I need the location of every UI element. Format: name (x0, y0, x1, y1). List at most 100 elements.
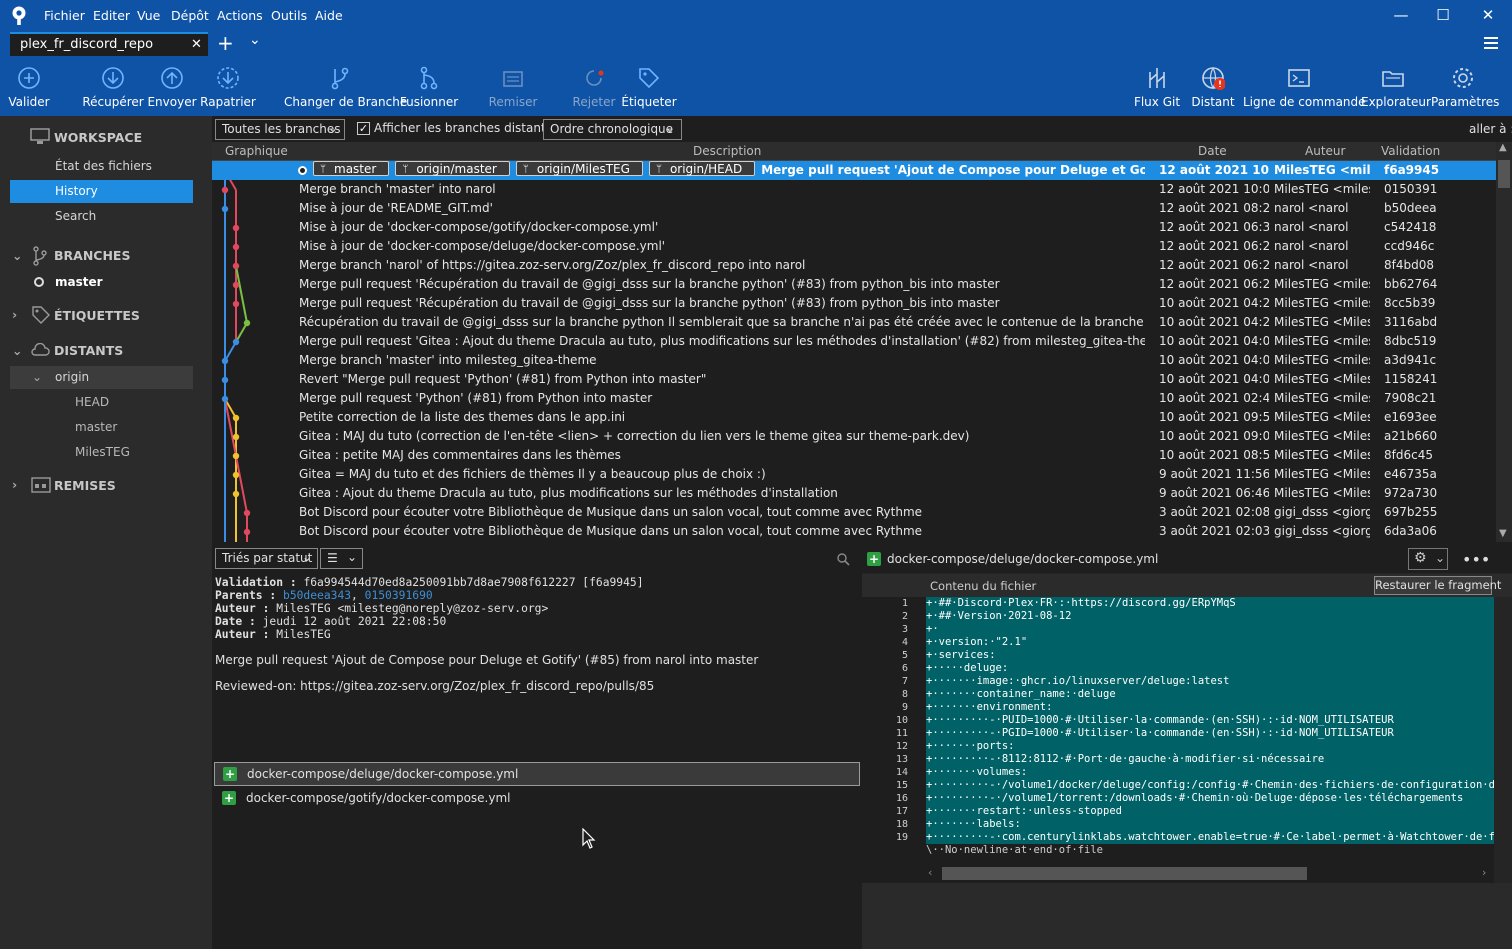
commit-row[interactable]: Merge branch 'narol' of https://gitea.zo… (212, 256, 1496, 275)
commit-row[interactable]: Gitea = MAJ du tuto et des fichiers de t… (212, 465, 1496, 484)
minimize-button[interactable]: — (1386, 6, 1416, 24)
close-window-button[interactable]: ✕ (1473, 6, 1503, 24)
branch-filter-dropdown[interactable]: Toutes les branches ⌄ (215, 119, 345, 140)
commit-description: Bot Discord pour écouter votre Bibliothè… (299, 505, 923, 519)
stash-icon (503, 71, 523, 87)
branch-tag[interactable]: ᛘ origin/master (395, 161, 510, 176)
commit-row[interactable]: Petite correction de la liste des themes… (212, 408, 1496, 427)
commit-row[interactable]: Mise à jour de 'README_GIT.md' 12 août 20… (212, 199, 1496, 218)
git-flow-button[interactable]: Flux Git (1132, 56, 1182, 116)
remotes-header[interactable]: ⌄ DISTANTS (0, 339, 212, 365)
tab-dropdown-icon[interactable]: ⌄ (249, 32, 261, 48)
scroll-up-icon[interactable]: ▲ (1499, 142, 1507, 153)
scroll-right-icon[interactable]: › (1482, 866, 1486, 879)
menu-item[interactable]: Actions (217, 8, 263, 23)
menu-item[interactable]: Dépôt (171, 8, 209, 23)
terminal-button[interactable]: Ligne de commande (1243, 56, 1366, 116)
commit-row[interactable]: Merge branch 'master' into narol 12 août … (212, 180, 1496, 199)
changed-file-item[interactable]: + docker-compose/gotify/docker-compose.y… (214, 787, 860, 809)
column-description[interactable]: Description (693, 144, 761, 158)
commit-row[interactable]: Merge pull request 'Récupération du trav… (212, 294, 1496, 313)
commit-hash: e46735a (1384, 467, 1437, 481)
hscroll-thumb[interactable] (942, 867, 1307, 880)
sidebar-remote-milesteg[interactable]: MilesTEG (10, 441, 193, 464)
scroll-left-icon[interactable]: ‹ (928, 866, 932, 879)
scroll-thumb[interactable] (1498, 160, 1510, 188)
menu-item[interactable]: Editer (93, 8, 130, 23)
new-tab-button[interactable]: + (217, 32, 234, 54)
sidebar-remote-master[interactable]: master (10, 416, 193, 439)
tags-header[interactable]: › ÉTIQUETTES (0, 304, 212, 330)
menu-item[interactable]: Fichier (44, 8, 85, 23)
changed-file-item[interactable]: + docker-compose/deluge/docker-compose.y… (214, 762, 860, 786)
diff-settings-button[interactable]: ⚙ ⌄ (1408, 548, 1448, 570)
commit-row[interactable]: Mise à jour de 'docker-compose/gotify/do… (212, 218, 1496, 237)
cloud-icon (31, 343, 50, 356)
branch-tag[interactable]: ᛘ origin/MilesTEG (515, 161, 643, 176)
menu-item[interactable]: Vue (137, 8, 160, 23)
commit-row[interactable]: Merge pull request 'Gitea : Ajout du the… (212, 332, 1496, 351)
order-dropdown[interactable]: Ordre chronologique ⌄ (543, 119, 682, 140)
column-author[interactable]: Auteur (1305, 144, 1345, 158)
commit-row[interactable]: Récupération du travail de @gigi_dsss su… (212, 313, 1496, 332)
diff-hscroll[interactable]: ‹ › (926, 864, 1492, 883)
settings-button[interactable]: Paramètres (1431, 56, 1499, 116)
view-mode-dropdown[interactable]: ☰ ⌄ (320, 548, 363, 569)
sidebar-item-search[interactable]: Search (10, 205, 193, 228)
fetch-button[interactable]: Récupérer (78, 56, 148, 116)
parent-link[interactable]: 0150391690 (365, 589, 433, 602)
commit-row[interactable]: Merge pull request 'Python' (#81) from P… (212, 389, 1496, 408)
push-button[interactable]: Envoyer (147, 56, 197, 116)
restore-hunk-button[interactable]: Restaurer le fragment (1374, 576, 1501, 595)
sidebar-item-file-status[interactable]: État des fichiers (10, 155, 193, 178)
commit-row[interactable]: Merge pull request 'Récupération du trav… (212, 275, 1496, 294)
commit-row[interactable]: Bot Discord pour écouter votre Bibliothè… (212, 522, 1496, 541)
scroll-down-icon[interactable]: ▼ (1499, 528, 1507, 539)
pull-button[interactable]: Rapatrier (200, 56, 256, 116)
sidebar-remote-origin[interactable]: ⌄ origin (10, 366, 193, 389)
log-scrollbar[interactable]: ▲ ▼ (1496, 142, 1512, 542)
checkout-button[interactable]: Changer de Branche (284, 56, 407, 116)
parent-link[interactable]: b50deea343 (283, 589, 351, 602)
menu-item[interactable]: Aide (315, 8, 343, 23)
commit-row[interactable]: Gitea : petite MAJ des commentaires dans… (212, 446, 1496, 465)
sidebar-item-history[interactable]: History (10, 180, 193, 203)
column-hash[interactable]: Validation (1381, 144, 1440, 158)
explorer-button[interactable]: Explorateur (1361, 56, 1431, 116)
repo-tab[interactable]: plex_fr_discord_repo ✕ (10, 32, 208, 56)
workspace-header[interactable]: WORKSPACE (0, 126, 212, 152)
line-number: 18 (895, 819, 908, 830)
branch-tag[interactable]: ᛘ master (313, 161, 390, 176)
tag-button[interactable]: Étiqueter (619, 56, 679, 116)
menu-item[interactable]: Outils (271, 8, 307, 23)
line-number: 8 (901, 689, 908, 700)
chevron-right-icon: › (12, 307, 18, 322)
commit-author: MilesTEG <MilesTE (1274, 372, 1370, 386)
column-date[interactable]: Date (1198, 144, 1227, 158)
commit-row[interactable]: Gitea : Ajout du theme Dracula au tuto, … (212, 484, 1496, 503)
stash-button[interactable]: Remiser (487, 56, 539, 116)
diff-vscroll[interactable] (1494, 597, 1512, 883)
maximize-button[interactable]: ☐ (1428, 6, 1458, 24)
column-graph[interactable]: Graphique (225, 144, 288, 158)
commit-row[interactable]: Revert "Merge pull request 'Python' (#81… (212, 370, 1496, 389)
sort-dropdown[interactable]: Triés par statut ⌄ (215, 548, 318, 569)
commit-row[interactable]: Bot Discord pour écouter votre Bibliothè… (212, 503, 1496, 522)
remote-button[interactable]: Distant (1188, 56, 1238, 116)
branch-tag[interactable]: ᛘ origin/HEAD (648, 161, 756, 176)
branches-header[interactable]: ⌄ BRANCHES (0, 244, 212, 270)
hamburger-menu-icon[interactable] (1484, 36, 1498, 50)
close-tab-icon[interactable]: ✕ (191, 37, 202, 52)
sidebar-remote-head[interactable]: HEAD (10, 391, 193, 414)
commit-row[interactable]: Mise à jour de 'docker-compose/deluge/do… (212, 237, 1496, 256)
merge-button[interactable]: Fusionner (399, 56, 459, 116)
commit-row[interactable]: ᛘ master ᛘ origin/master ᛘ origin/MilesTEG ᛘ or… (212, 161, 1496, 180)
discard-button[interactable]: Rejeter (569, 56, 619, 116)
stashes-header[interactable]: › REMISES (0, 474, 212, 500)
search-icon[interactable] (837, 553, 850, 566)
sidebar-branch-master[interactable]: master (10, 271, 193, 294)
more-options-icon[interactable]: ••• (1462, 550, 1490, 569)
commit-row[interactable]: Gitea : MAJ du tuto (correction de l'en-… (212, 427, 1496, 446)
commit-button[interactable]: Valider (4, 56, 54, 116)
commit-row[interactable]: Merge branch 'master' into milesteg_gite… (212, 351, 1496, 370)
